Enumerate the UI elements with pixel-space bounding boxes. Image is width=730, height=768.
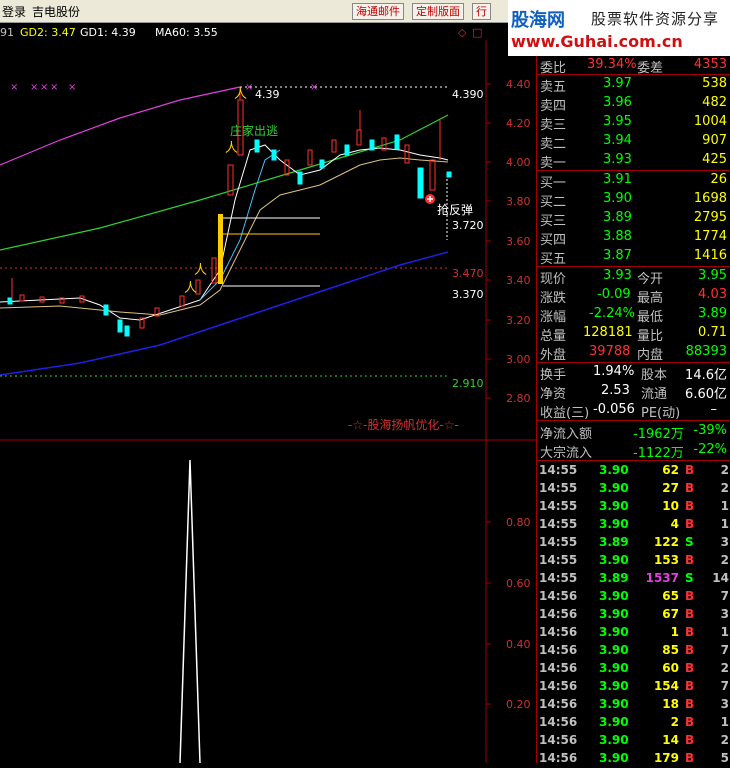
- tick-row[interactable]: 14:55 3.89 1537 S 14: [537, 570, 730, 588]
- ask-row[interactable]: 卖四 3.96 482: [537, 94, 730, 114]
- price-axis-label: 4.00: [506, 156, 531, 169]
- label-high-right: 4.390: [452, 88, 484, 101]
- bid-row[interactable]: 买一 3.91 26: [537, 171, 730, 191]
- label-high-left: 4.39: [255, 88, 280, 101]
- price-axis-label: 3.00: [506, 353, 531, 366]
- svg-text:×: ×: [50, 82, 58, 93]
- trade-button[interactable]: 行: [472, 3, 491, 20]
- svg-text:×: ×: [68, 82, 76, 93]
- tick-row[interactable]: 14:56 3.90 2B 1: [537, 714, 730, 732]
- tick-row[interactable]: 14:56 3.90 65 B 7: [537, 588, 730, 606]
- tick-row[interactable]: 14:55 3.90 4B 1: [537, 516, 730, 534]
- label-rebound: 抢反弹: [437, 203, 474, 217]
- tick-row[interactable]: 14:55 3.90 62 B 2: [537, 462, 730, 480]
- ma-green-line: [0, 114, 449, 251]
- bid-row[interactable]: 买三 3.89 2795: [537, 209, 730, 229]
- volume-axis-label: 0.40: [506, 638, 531, 651]
- tick-row[interactable]: 14:55 3.89 122 S 3: [537, 534, 730, 552]
- stock-name: 吉电股份: [32, 5, 81, 19]
- flow-row: 大宗流入 -1122万 -22%: [540, 442, 727, 461]
- logo-url: www.Guhai.com.cn: [511, 32, 683, 51]
- ask-row[interactable]: 卖二 3.94 907: [537, 132, 730, 152]
- bid-row[interactable]: 买四 3.88 1774: [537, 228, 730, 248]
- person-icon: 人: [194, 263, 207, 278]
- stat2-row: 收益(三) -0.056 PE(动) –: [540, 402, 717, 421]
- stat-row: 涨跌 -0.09 最高 4.03: [540, 287, 727, 306]
- volume-axis-label: 0.80: [506, 516, 531, 529]
- tick-row[interactable]: 14:56 3.90 85 B 7: [537, 642, 730, 660]
- indicator-ma60: MA60: 3.55: [155, 26, 218, 39]
- ask-row[interactable]: 卖五 3.97 538: [537, 75, 730, 95]
- bid-row[interactable]: 买二 3.90 1698: [537, 190, 730, 210]
- stat-row: 总量 128181 量比 0.71: [540, 325, 727, 344]
- person-icon: 人: [225, 141, 238, 156]
- flow-row: 净流入额 -1962万 -39%: [540, 423, 727, 442]
- tick-row[interactable]: 14:55 3.90 27 B 2: [537, 480, 730, 498]
- ma-blue-line: [0, 251, 449, 376]
- svg-text:×: ×: [30, 82, 38, 93]
- site-logo: 股海网 股票软件资源分享 www.Guhai.com.cn: [508, 0, 730, 56]
- volume-axis-label: 0.60: [506, 577, 531, 590]
- watermark: -☆-股海扬帆优化-☆-: [348, 418, 459, 432]
- svg-text:×: ×: [40, 82, 48, 93]
- price-axis-label: 2.80: [506, 392, 531, 405]
- tick-row[interactable]: 14:56 3.90 1B 1: [537, 624, 730, 642]
- diamond-icon[interactable]: ◇: [458, 26, 466, 39]
- ask-row[interactable]: 卖三 3.95 1004: [537, 113, 730, 133]
- price-axis-label: 3.80: [506, 195, 531, 208]
- tick-row[interactable]: 14:56 3.90 60 B 2: [537, 660, 730, 678]
- committee-ratio-row: 委比 39.34% 委差 4353: [540, 57, 727, 76]
- price-axis-label: 3.60: [506, 235, 531, 248]
- tick-row[interactable]: 14:56 3.90 179 B 5: [537, 750, 730, 768]
- ma-yellow-line: [0, 157, 449, 316]
- indicator-0: 91: [0, 26, 14, 39]
- label-low: 3.370: [452, 288, 484, 301]
- logo-slogan: 股票软件资源分享: [591, 10, 720, 28]
- ma-pink-line: [0, 86, 241, 166]
- tick-row[interactable]: 14:56 3.90 154 B 7: [537, 678, 730, 696]
- tick-row[interactable]: 14:55 3.90 10 B 1: [537, 498, 730, 516]
- svg-text:×: ×: [10, 82, 18, 93]
- quote-panel: 委比 39.34% 委差 4353 卖五 3.97 538 卖四 3.96 48…: [536, 56, 730, 765]
- stat-row: 外盘 39788 内盘 88393: [540, 344, 727, 363]
- price-axis-label: 3.20: [506, 314, 531, 327]
- ma-white-line: [0, 144, 449, 321]
- label-bottom: 2.910: [452, 377, 484, 390]
- price-axis-ticks: [486, 83, 491, 705]
- tick-row[interactable]: 14:56 3.90 67 B 3: [537, 606, 730, 624]
- person-icon: 人: [234, 87, 247, 102]
- tick-row[interactable]: 14:55 3.90 153 B 2: [537, 552, 730, 570]
- ask-row[interactable]: 卖一 3.93 425: [537, 151, 730, 171]
- volume-axis-label: 0.20: [506, 698, 531, 711]
- person-icon: 人: [184, 281, 197, 296]
- separator: [537, 420, 730, 421]
- square-icon[interactable]: □: [472, 26, 482, 39]
- svg-text:×: ×: [310, 82, 318, 93]
- menu-login[interactable]: 登录: [2, 3, 26, 20]
- kline-chart[interactable]: × × × × × × × 人 人 人 人: [0, 40, 536, 763]
- label-escape: 庄家出逃: [230, 124, 279, 138]
- price-axis-label: 4.20: [506, 117, 531, 130]
- mail-button[interactable]: 海通邮件: [352, 3, 404, 20]
- price-axis-label: 3.40: [506, 274, 531, 287]
- logo-name: 股海网: [511, 10, 565, 31]
- volume-spike-line: [179, 459, 201, 763]
- stat2-row: 换手 1.94% 股本 14.6亿: [540, 364, 727, 383]
- stat-row: 涨幅 -2.24% 最低 3.89: [540, 306, 727, 325]
- gold-bar: [218, 214, 223, 284]
- indicator-gd2: GD2: 3.47: [20, 26, 76, 39]
- label-gd2: 3.470: [452, 267, 484, 280]
- indicator-gd1: GD1: 4.39: [80, 26, 136, 39]
- tick-row[interactable]: 14:56 3.90 18 B 3: [537, 696, 730, 714]
- custom-layout-button[interactable]: 定制版面: [412, 3, 464, 20]
- separator: [537, 460, 730, 461]
- label-mid: 3.720: [452, 219, 484, 232]
- price-axis-label: 4.40: [506, 78, 531, 91]
- tick-row[interactable]: 14:56 3.90 14 B 2: [537, 732, 730, 750]
- stat-row: 现价 3.93 今开 3.95: [540, 268, 727, 287]
- stat2-row: 净资 2.53 流通 6.60亿: [540, 383, 727, 402]
- bid-row[interactable]: 买五 3.87 1416: [537, 247, 730, 267]
